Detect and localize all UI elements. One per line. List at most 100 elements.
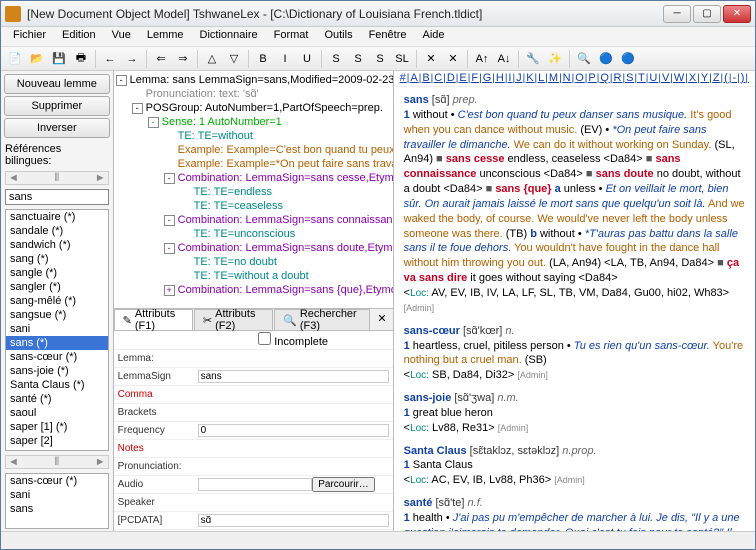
alpha-link[interactable]: P <box>588 72 596 84</box>
list-item[interactable]: sangler (*) <box>6 280 108 294</box>
tree-node[interactable]: TE: TE=without <box>178 130 253 142</box>
menu-lemme[interactable]: Lemme <box>139 27 192 46</box>
list-item[interactable]: saper [2] <box>6 434 108 448</box>
alpha-link[interactable]: D <box>447 72 456 84</box>
browse-button[interactable]: Parcourir… <box>312 477 375 492</box>
toolbar-button[interactable]: S <box>326 49 346 69</box>
toolbar-button[interactable]: ⇐ <box>151 49 171 69</box>
menu-aide[interactable]: Aide <box>415 27 453 46</box>
tree-toggle[interactable]: - <box>164 215 175 226</box>
toolbar-button[interactable]: S <box>348 49 368 69</box>
toolbar-button[interactable]: 📄 <box>5 49 25 69</box>
list-item[interactable]: sang (*) <box>6 252 108 266</box>
attr-input[interactable] <box>198 478 313 491</box>
tree-toggle[interactable]: - <box>164 173 175 184</box>
alpha-link[interactable]: H <box>496 72 505 84</box>
list-item[interactable]: sani <box>6 488 108 502</box>
toolbar-button[interactable]: 🔍 <box>574 49 594 69</box>
tree-node[interactable]: Combination: LemmaSign=sans {que},Etymol… <box>178 284 393 296</box>
list-item[interactable]: sans-cœur (*) <box>6 474 108 488</box>
list-item[interactable]: sangle (*) <box>6 266 108 280</box>
tree-node[interactable]: Sense: 1 AutoNumber=1 <box>162 116 282 128</box>
menu-vue[interactable]: Vue <box>104 27 139 46</box>
tab[interactable]: ✂Attributs (F2) <box>194 309 273 330</box>
tree-node[interactable]: Lemma: sans LemmaSign=sans,Modified=2009… <box>130 74 393 86</box>
toolbar-button[interactable]: 🔧 <box>523 49 543 69</box>
toolbar-button[interactable]: ⇒ <box>173 49 193 69</box>
delete-button[interactable]: Supprimer <box>4 96 110 116</box>
alpha-link[interactable]: E <box>459 72 467 84</box>
alpha-index[interactable]: #|A|B|C|D|E|F|G|H|I|J|K|L|M|N|O|P|Q|R|S|… <box>394 71 755 87</box>
lemma-list[interactable]: sanctuaire (*)sandale (*)sandwich (*)san… <box>5 209 109 451</box>
menu-edition[interactable]: Edition <box>54 27 104 46</box>
alpha-link[interactable]: Q <box>600 72 610 84</box>
maximize-button[interactable]: ▢ <box>693 5 721 23</box>
minimize-button[interactable]: ─ <box>663 5 691 23</box>
list-item[interactable]: sanctuaire (*) <box>6 210 108 224</box>
list-item[interactable]: saoul <box>6 406 108 420</box>
search-input[interactable] <box>5 189 109 205</box>
attr-input[interactable] <box>198 514 389 527</box>
alpha-link[interactable]: # <box>400 72 407 84</box>
dictionary-preview[interactable]: sans [sɑ̃] prep.1 without • C'est bon qu… <box>394 87 755 531</box>
list-item[interactable]: sans-joie (*) <box>6 364 108 378</box>
list-item[interactable]: sapré (*) <box>6 448 108 451</box>
toolbar-button[interactable]: ← <box>100 49 120 69</box>
alpha-link[interactable]: B <box>422 72 430 84</box>
alpha-link[interactable]: J <box>516 72 523 84</box>
tree-node[interactable]: TE: TE=no doubt <box>194 256 277 268</box>
list-item[interactable]: sangsue (*) <box>6 308 108 322</box>
alpha-link[interactable]: F <box>471 72 479 84</box>
alpha-link[interactable]: N <box>563 72 572 84</box>
toolbar-button[interactable]: △ <box>202 49 222 69</box>
toolbar-button[interactable]: 💾 <box>49 49 69 69</box>
attr-input[interactable] <box>198 370 389 383</box>
alpha-link[interactable]: G <box>483 72 493 84</box>
alpha-link[interactable]: Y <box>701 72 709 84</box>
toolbar-button[interactable]: ✕ <box>421 49 441 69</box>
tree-node[interactable]: Combination: LemmaSign=sans connaissance… <box>178 214 393 226</box>
alpha-link[interactable]: S <box>626 72 634 84</box>
tree-node[interactable]: TE: TE=endless <box>194 186 272 198</box>
alpha-link[interactable]: ) <box>741 72 746 84</box>
new-lemma-button[interactable]: Nouveau lemme <box>4 74 110 94</box>
alpha-link[interactable]: U <box>649 72 658 84</box>
toolbar-button[interactable]: A↓ <box>494 49 514 69</box>
toolbar-button[interactable]: B <box>253 49 273 69</box>
tree-node[interactable]: TE: TE=ceaseless <box>194 200 283 212</box>
toolbar-button[interactable]: 🔵 <box>596 49 616 69</box>
list-item[interactable]: sani <box>6 322 108 336</box>
tree-node[interactable]: Example: Example=C'est bon quand tu peux… <box>178 144 393 156</box>
alpha-link[interactable]: V <box>662 72 670 84</box>
toolbar-button[interactable]: A↑ <box>472 49 492 69</box>
tree-node[interactable]: POSGroup: AutoNumber=1,PartOfSpeech=prep… <box>146 102 383 114</box>
tree-view[interactable]: - Lemma: sans LemmaSign=sans,Modified=200… <box>114 71 393 309</box>
alpha-link[interactable]: ( <box>724 72 729 84</box>
alpha-link[interactable]: L <box>538 72 545 84</box>
tree-toggle[interactable]: + <box>164 285 175 296</box>
list-item[interactable]: sang-mêlé (*) <box>6 294 108 308</box>
tab-close[interactable]: ✕ <box>371 309 392 330</box>
tree-toggle[interactable]: - <box>132 103 143 114</box>
tree-node[interactable]: Combination: LemmaSign=sans doute,Etymol… <box>178 242 393 254</box>
alpha-link[interactable]: T <box>638 72 646 84</box>
scroll-stub-2[interactable]: ◄⫴► <box>5 455 109 469</box>
inverse-button[interactable]: Inverser <box>4 118 110 138</box>
toolbar-button[interactable]: U <box>297 49 317 69</box>
alpha-link[interactable]: - <box>732 72 737 84</box>
toolbar-button[interactable]: I <box>275 49 295 69</box>
ref-list[interactable]: sans-cœur (*)sanisans <box>5 473 109 529</box>
list-item[interactable]: sans-cœur (*) <box>6 350 108 364</box>
list-item[interactable]: sans <box>6 502 108 516</box>
menu-fichier[interactable]: Fichier <box>5 27 54 46</box>
tree-node[interactable]: TE: TE=unconscious <box>194 228 296 240</box>
tab[interactable]: 🔍Rechercher (F3) <box>274 309 370 330</box>
toolbar-button[interactable]: ▽ <box>224 49 244 69</box>
list-item[interactable]: saper [1] (*) <box>6 420 108 434</box>
list-item[interactable]: sandale (*) <box>6 224 108 238</box>
toolbar-button[interactable]: 📂 <box>27 49 47 69</box>
toolbar-button[interactable]: S <box>370 49 390 69</box>
alpha-link[interactable]: M <box>549 72 559 84</box>
toolbar-button[interactable]: ✨ <box>545 49 565 69</box>
alpha-link[interactable]: K <box>526 72 534 84</box>
